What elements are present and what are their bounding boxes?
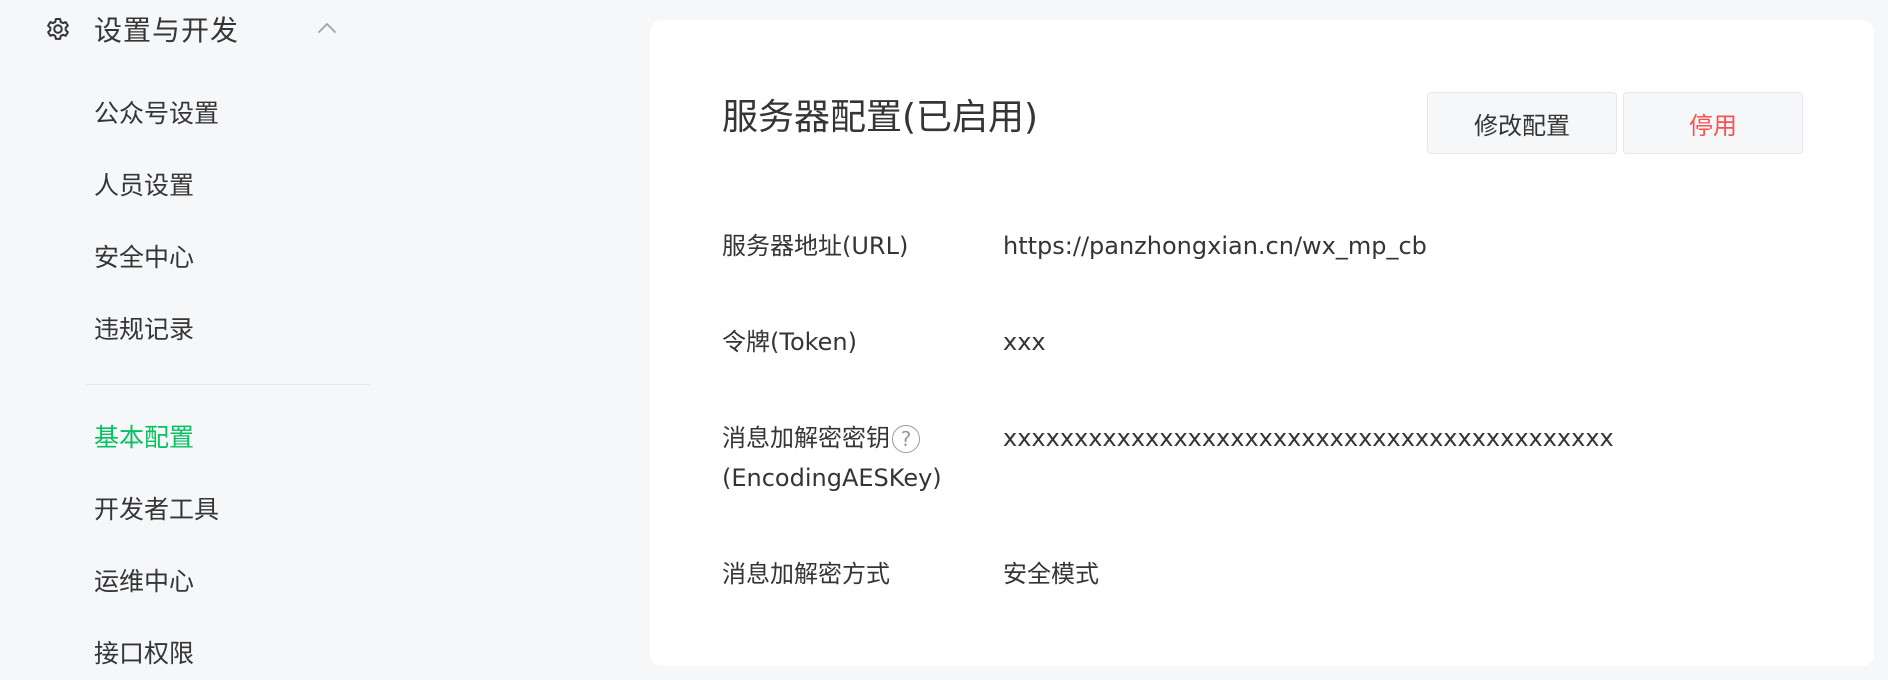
page-title: 服务器配置(已启用) bbox=[722, 97, 1039, 138]
field-label-aeskey-line1: 消息加解密密钥 bbox=[722, 424, 890, 452]
field-label-aeskey: 消息加解密密钥? (EncodingAESKey) bbox=[722, 418, 962, 498]
sidebar-item-member-settings[interactable]: 人员设置 bbox=[94, 168, 194, 204]
help-icon[interactable]: ? bbox=[892, 425, 920, 453]
disable-button[interactable]: 停用 bbox=[1623, 92, 1803, 154]
field-label-token: 令牌(Token) bbox=[722, 328, 858, 356]
server-config-card: 服务器配置(已启用) 修改配置 停用 服务器地址(URL) https://pa… bbox=[650, 20, 1874, 666]
sidebar-item-basic-config[interactable]: 基本配置 bbox=[94, 420, 194, 456]
gear-icon bbox=[42, 13, 74, 45]
sidebar-item-security-center[interactable]: 安全中心 bbox=[94, 240, 194, 276]
sidebar-item-api-permissions[interactable]: 接口权限 bbox=[94, 636, 194, 672]
edit-config-button[interactable]: 修改配置 bbox=[1427, 92, 1617, 154]
field-value-url: https://panzhongxian.cn/wx_mp_cb bbox=[1003, 232, 1427, 260]
sidebar-item-account-settings[interactable]: 公众号设置 bbox=[94, 96, 219, 132]
sidebar: 设置与开发 公众号设置 人员设置 安全中心 违规记录 基本配置 开发者工具 运维… bbox=[0, 0, 400, 680]
field-value-aeskey: xxxxxxxxxxxxxxxxxxxxxxxxxxxxxxxxxxxxxxxx… bbox=[1003, 424, 1614, 452]
sidebar-item-ops-center[interactable]: 运维中心 bbox=[94, 564, 194, 600]
field-label-encryption-mode: 消息加解密方式 bbox=[722, 560, 890, 588]
field-value-token: xxx bbox=[1003, 328, 1046, 356]
field-value-encryption-mode: 安全模式 bbox=[1003, 560, 1099, 588]
sidebar-section-header[interactable]: 设置与开发 bbox=[42, 8, 342, 50]
field-label-aeskey-line2: (EncodingAESKey) bbox=[722, 464, 942, 492]
sidebar-item-developer-tools[interactable]: 开发者工具 bbox=[94, 492, 219, 528]
sidebar-divider bbox=[86, 384, 370, 385]
sidebar-section-title: 设置与开发 bbox=[94, 14, 240, 47]
sidebar-item-violation-records[interactable]: 违规记录 bbox=[94, 312, 194, 348]
field-label-url: 服务器地址(URL) bbox=[722, 232, 909, 260]
chevron-up-icon[interactable] bbox=[314, 16, 340, 42]
